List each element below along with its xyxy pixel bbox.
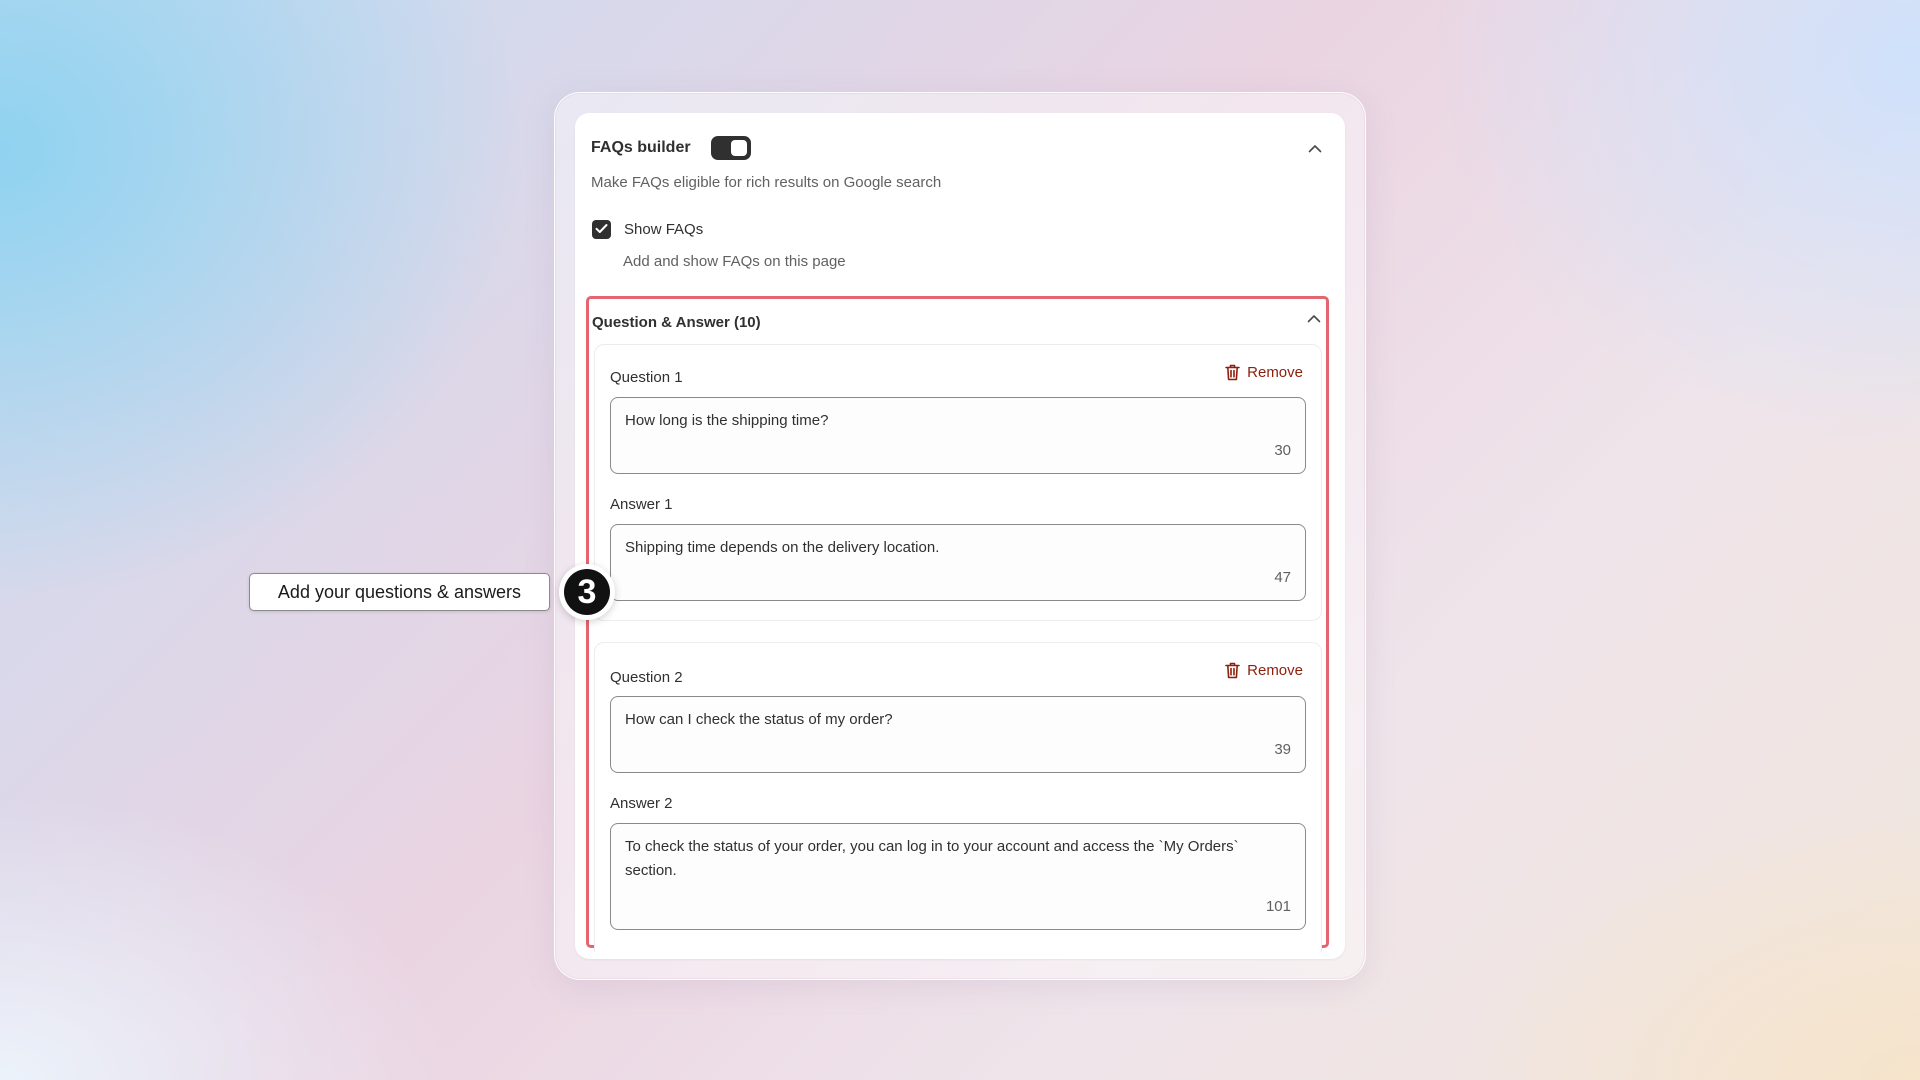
step-number: 3 [564,569,610,615]
character-count: 101 [1265,898,1291,915]
trash-icon [1224,661,1240,679]
checkmark-icon [595,221,608,239]
character-count: 39 [1274,741,1291,758]
remove-button[interactable]: Remove [1224,661,1303,679]
card-header: FAQs builder [591,133,1329,163]
remove-label: Remove [1247,661,1303,679]
answer-input[interactable]: To check the status of your order, you c… [610,823,1306,930]
qa-section-title: Question & Answer (10) [592,314,761,331]
trash-icon [1224,363,1240,381]
toggle-knob [730,140,747,156]
answer-text: Shipping time depends on the delivery lo… [625,539,940,556]
character-count: 30 [1274,442,1291,459]
answer-label: Answer 1 [610,496,673,513]
question-input[interactable]: How long is the shipping time? 30 [610,397,1306,474]
faq-item: Question 2 Remove How can I check the st… [594,642,1322,952]
show-faqs-row: Show FAQs [592,220,703,239]
remove-button[interactable]: Remove [1224,363,1303,381]
question-input[interactable]: How can I check the status of my order? … [610,696,1306,773]
question-label: Question 1 [610,369,683,386]
faqs-builder-toggle[interactable] [710,136,751,160]
question-label: Question 2 [610,669,683,686]
question-text: How long is the shipping time? [625,412,829,429]
card-title: FAQs builder [591,139,691,156]
show-faqs-label: Show FAQs [624,221,704,238]
answer-label: Answer 2 [610,795,673,812]
question-text: How can I check the status of my order? [625,711,893,728]
character-count: 47 [1274,569,1291,586]
faqs-builder-card: FAQs builder Make FAQs eligible for rich… [575,113,1345,959]
answer-input[interactable]: Shipping time depends on the delivery lo… [610,524,1306,601]
guide-tooltip: Add your questions & answers [249,573,550,611]
show-faqs-help: Add and show FAQs on this page [623,253,846,270]
answer-text: To check the status of your order, you c… [625,838,1239,879]
step-badge: 3 [559,564,615,620]
show-faqs-checkbox[interactable] [592,220,611,239]
remove-label: Remove [1247,363,1303,381]
chevron-up-icon[interactable] [1307,140,1323,156]
chevron-up-icon[interactable] [1306,310,1322,326]
card-subtitle: Make FAQs eligible for rich results on G… [591,174,942,191]
faq-item: Question 1 Remove How long is the shippi… [594,344,1322,621]
question-answer-section: Question & Answer (10) Question 1 Remove… [586,296,1329,952]
